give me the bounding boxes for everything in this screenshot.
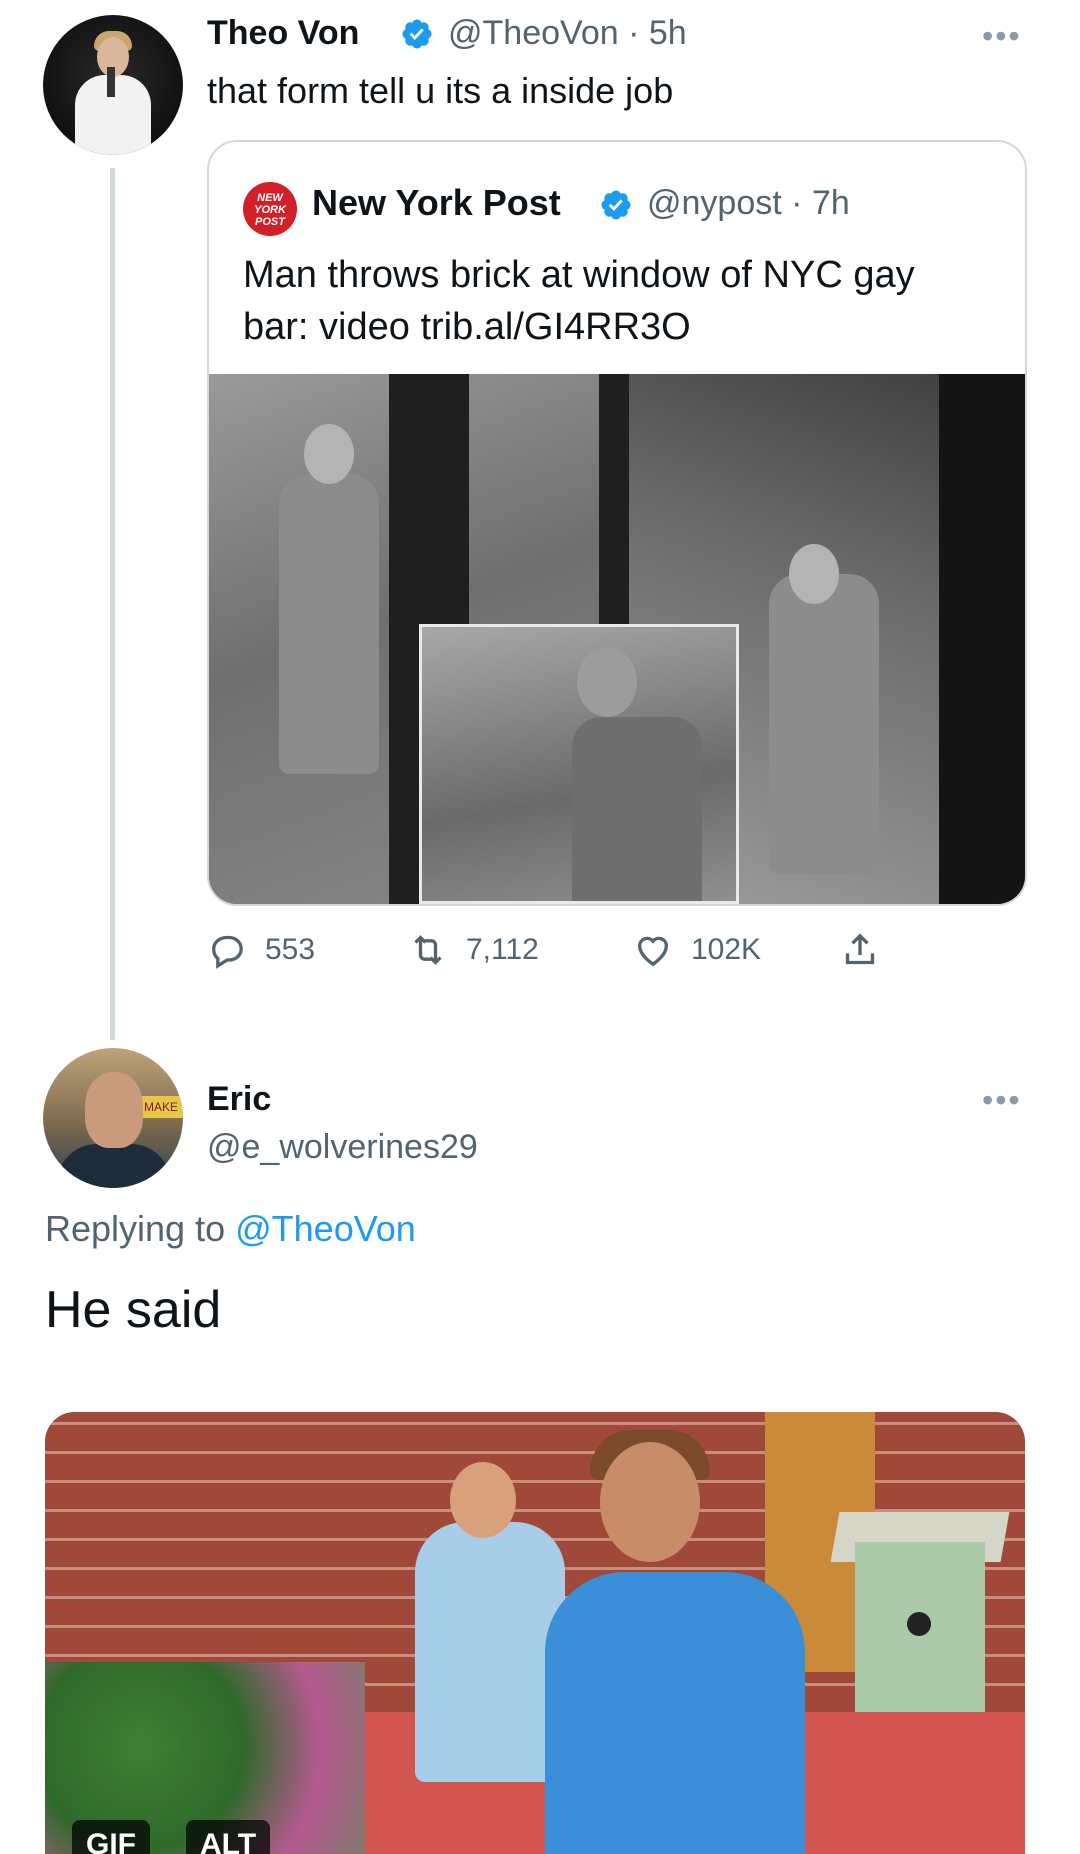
alt-badge[interactable]: ALT bbox=[186, 1820, 271, 1854]
thread-line bbox=[110, 168, 115, 1040]
quote-text-line1: Man throws brick at window of NYC gay bbox=[243, 254, 915, 296]
reply-icon bbox=[211, 935, 243, 969]
share-icon bbox=[845, 933, 875, 965]
dancing-man-head bbox=[600, 1442, 700, 1562]
quote-author-handle: @nypost · 7h bbox=[647, 184, 850, 222]
person-head bbox=[577, 647, 637, 717]
retweet-action[interactable]: 7,112 bbox=[408, 928, 539, 972]
doorframe bbox=[599, 374, 629, 634]
birdhouse-hole bbox=[907, 1612, 931, 1636]
avatar-shirt bbox=[57, 1144, 171, 1188]
replying-prefix: Replying to bbox=[45, 1208, 236, 1249]
replying-to: Replying to @TheoVon bbox=[45, 1208, 416, 1250]
retweet-count: 7,112 bbox=[466, 933, 539, 966]
dancing-man bbox=[545, 1572, 805, 1854]
tweet-text: that form tell u its a inside job bbox=[207, 70, 674, 111]
verified-icon bbox=[601, 190, 631, 220]
reply-count: 553 bbox=[265, 933, 316, 966]
more-icon[interactable]: ••• bbox=[982, 18, 1022, 55]
person-throwing bbox=[769, 574, 879, 874]
reply-author-name[interactable]: Eric bbox=[207, 1080, 271, 1119]
like-action[interactable]: 102K bbox=[633, 928, 761, 972]
verified-icon bbox=[402, 19, 432, 49]
quote-text-line2: bar: video trib.al/GI4RR3O bbox=[243, 306, 691, 348]
reply-action[interactable]: 553 bbox=[207, 928, 315, 972]
avatar-face bbox=[85, 1072, 143, 1148]
seated-man bbox=[415, 1522, 565, 1782]
person-closeup bbox=[572, 717, 702, 901]
theo-avatar[interactable] bbox=[43, 15, 183, 155]
more-icon[interactable]: ••• bbox=[982, 1082, 1022, 1119]
quote-media-image[interactable] bbox=[209, 374, 1025, 904]
person-head bbox=[304, 424, 354, 484]
like-count: 102K bbox=[691, 933, 762, 966]
person-walking bbox=[279, 474, 379, 774]
inset-closeup bbox=[419, 624, 739, 904]
author-name[interactable]: Theo Von bbox=[207, 14, 359, 53]
retweet-icon bbox=[414, 935, 442, 965]
eric-avatar[interactable]: MAKE bbox=[43, 1048, 183, 1188]
seated-man-head bbox=[450, 1462, 516, 1538]
quoted-tweet[interactable]: NEW YORK POST New York Post @nypost · 7h… bbox=[207, 140, 1027, 906]
nypost-logo: NEW YORK POST bbox=[243, 182, 297, 236]
share-action[interactable] bbox=[840, 928, 880, 972]
doorframe bbox=[939, 374, 1025, 904]
quote-author-name: New York Post bbox=[312, 182, 561, 223]
like-icon bbox=[637, 936, 669, 967]
gif-badge: GIF bbox=[72, 1820, 150, 1854]
microphone-icon bbox=[107, 67, 115, 97]
gif-media[interactable] bbox=[45, 1412, 1025, 1854]
person-head bbox=[789, 544, 839, 604]
replying-mention[interactable]: @TheoVon bbox=[235, 1208, 416, 1249]
reply-author-handle[interactable]: @e_wolverines29 bbox=[207, 1128, 478, 1167]
author-handle[interactable]: @TheoVon · 5h bbox=[448, 14, 687, 53]
reply-text: He said bbox=[45, 1281, 222, 1339]
